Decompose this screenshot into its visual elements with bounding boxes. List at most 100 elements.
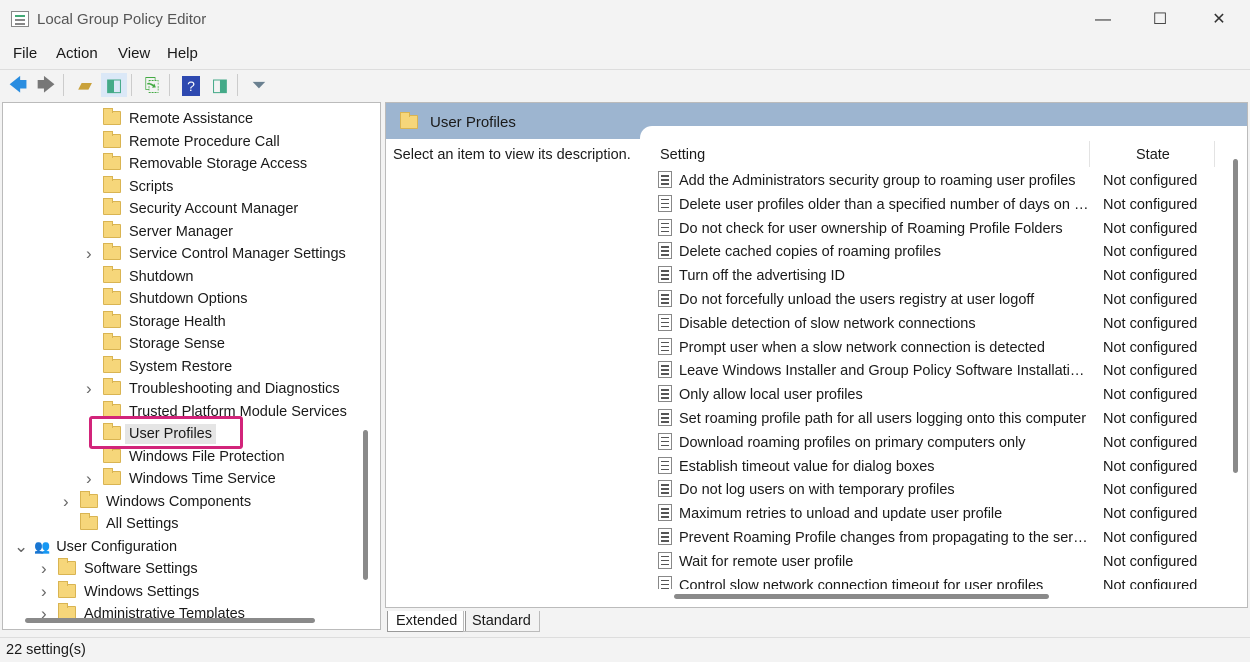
tree-item[interactable]: Scripts: [103, 175, 173, 198]
chevron-right-icon[interactable]: ›: [63, 491, 69, 513]
folder-icon: [103, 288, 121, 305]
chevron-right-icon[interactable]: ›: [86, 378, 92, 400]
setting-state: Not configured: [1103, 196, 1198, 213]
list-item[interactable]: Set roaming profile path for all users l…: [658, 407, 1218, 431]
setting-state: Not configured: [1103, 315, 1198, 332]
list-item[interactable]: Do not log users on with temporary profi…: [658, 478, 1218, 502]
back-icon[interactable]: 🡄: [5, 73, 31, 97]
tree-item[interactable]: › Troubleshooting and Diagnostics: [86, 378, 340, 400]
setting-state: Not configured: [1103, 411, 1198, 427]
folder-icon: [103, 130, 121, 148]
tree-item-label: Windows Components: [106, 493, 252, 510]
tree-item[interactable]: All Settings: [80, 513, 179, 535]
menu-help[interactable]: Help: [167, 45, 198, 62]
export-list-icon[interactable]: ⎘: [139, 73, 165, 97]
tree-item-label: Removable Storage Access: [129, 156, 308, 172]
setting-state: Not configured: [1103, 553, 1198, 570]
list-item[interactable]: Only allow local user profiles Not config…: [658, 383, 1218, 407]
tree-item[interactable]: System Restore: [103, 355, 233, 378]
setting-name: Add the Administrators security group to…: [679, 173, 1076, 189]
policy-setting-icon: [658, 266, 672, 284]
setting-state: Not configured: [1103, 530, 1198, 546]
tab-standard[interactable]: Standard: [463, 611, 540, 632]
tree-vertical-scrollbar[interactable]: [363, 430, 368, 580]
maximize-button[interactable]: ☐: [1137, 6, 1183, 34]
menu-action[interactable]: Action: [56, 45, 98, 62]
policy-setting-icon: [658, 575, 672, 589]
tree-item[interactable]: › Service Control Manager Settings: [86, 243, 346, 265]
tree-item[interactable]: Shutdown: [103, 265, 194, 288]
list-item[interactable]: Control slow network connection timeout …: [658, 574, 1218, 589]
tree-item[interactable]: Remote Procedure Call: [103, 130, 280, 153]
list-item[interactable]: Do not forcefully unload the users regis…: [658, 288, 1218, 312]
policy-setting-icon: [658, 242, 672, 260]
tree-item[interactable]: Server Manager: [103, 220, 233, 243]
setting-name: Set roaming profile path for all users l…: [679, 411, 1087, 427]
show-hide-action-pane-icon[interactable]: ◨: [207, 73, 233, 97]
help-icon[interactable]: ?: [182, 76, 200, 96]
vertical-scrollbar[interactable]: [1233, 159, 1238, 473]
chevron-right-icon[interactable]: ›: [86, 468, 92, 490]
list-item[interactable]: Add the Administrators security group to…: [658, 169, 1218, 193]
up-folder-icon[interactable]: ▰: [72, 73, 98, 97]
chevron-right-icon[interactable]: ›: [41, 558, 47, 580]
folder-icon: [58, 580, 76, 598]
menu-view[interactable]: View: [118, 45, 150, 62]
list-item[interactable]: Delete cached copies of roaming profiles…: [658, 240, 1218, 264]
horizontal-scrollbar[interactable]: [674, 594, 1049, 599]
show-hide-tree-icon[interactable]: ◧: [101, 73, 127, 97]
list-item[interactable]: Leave Windows Installer and Group Policy…: [658, 359, 1218, 383]
tree-item-label: Windows File Protection: [129, 448, 285, 465]
list-item[interactable]: Download roaming profiles on primary com…: [658, 431, 1218, 455]
folder-icon: [103, 198, 121, 215]
policy-setting-icon: [658, 432, 672, 450]
forward-icon[interactable]: 🡆: [33, 73, 59, 97]
close-button[interactable]: ✕: [1196, 6, 1242, 34]
list-item[interactable]: Delete user profiles older than a specif…: [658, 193, 1218, 217]
setting-state: Not configured: [1103, 173, 1198, 189]
setting-state: Not configured: [1103, 220, 1198, 237]
list-item[interactable]: Establish timeout value for dialog boxes…: [658, 455, 1218, 479]
setting-state: Not configured: [1103, 363, 1198, 380]
chevron-right-icon[interactable]: ›: [86, 243, 92, 265]
column-header-setting[interactable]: Setting: [660, 147, 705, 163]
list-item[interactable]: Disable detection of slow network connec…: [658, 312, 1218, 336]
filter-icon[interactable]: ⏷: [246, 73, 272, 97]
chevron-down-icon[interactable]: ⌄: [14, 536, 28, 558]
list-item[interactable]: Prevent Roaming Profile changes from pro…: [658, 526, 1218, 550]
tree-item[interactable]: Security Account Manager: [103, 198, 298, 220]
tree-item[interactable]: › Software Settings: [41, 558, 198, 580]
menu-file[interactable]: File: [13, 45, 37, 62]
list-item[interactable]: Maximum retries to unload and update use…: [658, 502, 1218, 526]
tree-item[interactable]: Removable Storage Access: [103, 153, 307, 175]
tree-item[interactable]: › Windows Time Service: [86, 468, 276, 490]
setting-name: Disable detection of slow network connec…: [679, 315, 976, 332]
tree-item-label: Remote Procedure Call: [129, 133, 280, 150]
list-item[interactable]: Do not check for user ownership of Roami…: [658, 217, 1218, 241]
tree-horizontal-scrollbar[interactable]: [25, 618, 315, 623]
tree-item[interactable]: Storage Sense: [103, 333, 225, 355]
details-header-title: User Profiles: [430, 114, 516, 131]
tree-item-label: Storage Health: [129, 313, 226, 330]
minimize-button[interactable]: —: [1080, 6, 1126, 34]
list-item[interactable]: Wait for remote user profile Not configur…: [658, 550, 1218, 574]
tree-item-label: Shutdown: [129, 268, 194, 285]
tree-item[interactable]: › Windows Components: [63, 490, 252, 513]
setting-name: Do not log users on with temporary profi…: [679, 482, 955, 499]
tree-item[interactable]: Shutdown Options: [103, 288, 248, 310]
chevron-right-icon[interactable]: ›: [41, 581, 47, 603]
folder-icon: [103, 175, 121, 193]
tree-item-label: Software Settings: [84, 561, 198, 577]
list-item[interactable]: Turn off the advertising ID Not configure…: [658, 264, 1218, 288]
tree-item[interactable]: Remote Assistance: [103, 108, 253, 130]
tree-item[interactable]: › Windows Settings: [41, 580, 199, 603]
tab-extended[interactable]: Extended: [387, 611, 467, 632]
tree-item[interactable]: Storage Health: [103, 310, 226, 333]
tree-item-label: System Restore: [129, 358, 233, 375]
folder-icon: [103, 355, 121, 373]
tree-item[interactable]: ⌄ 👥 User Configuration: [14, 536, 177, 558]
folder-icon: [103, 333, 121, 350]
column-header-state[interactable]: State: [1136, 147, 1170, 163]
toolbar: 🡄 🡆 ▰ ◧ ⎘ ? ◨ ⏷: [0, 69, 1250, 99]
list-item[interactable]: Prompt user when a slow network connecti…: [658, 336, 1218, 360]
